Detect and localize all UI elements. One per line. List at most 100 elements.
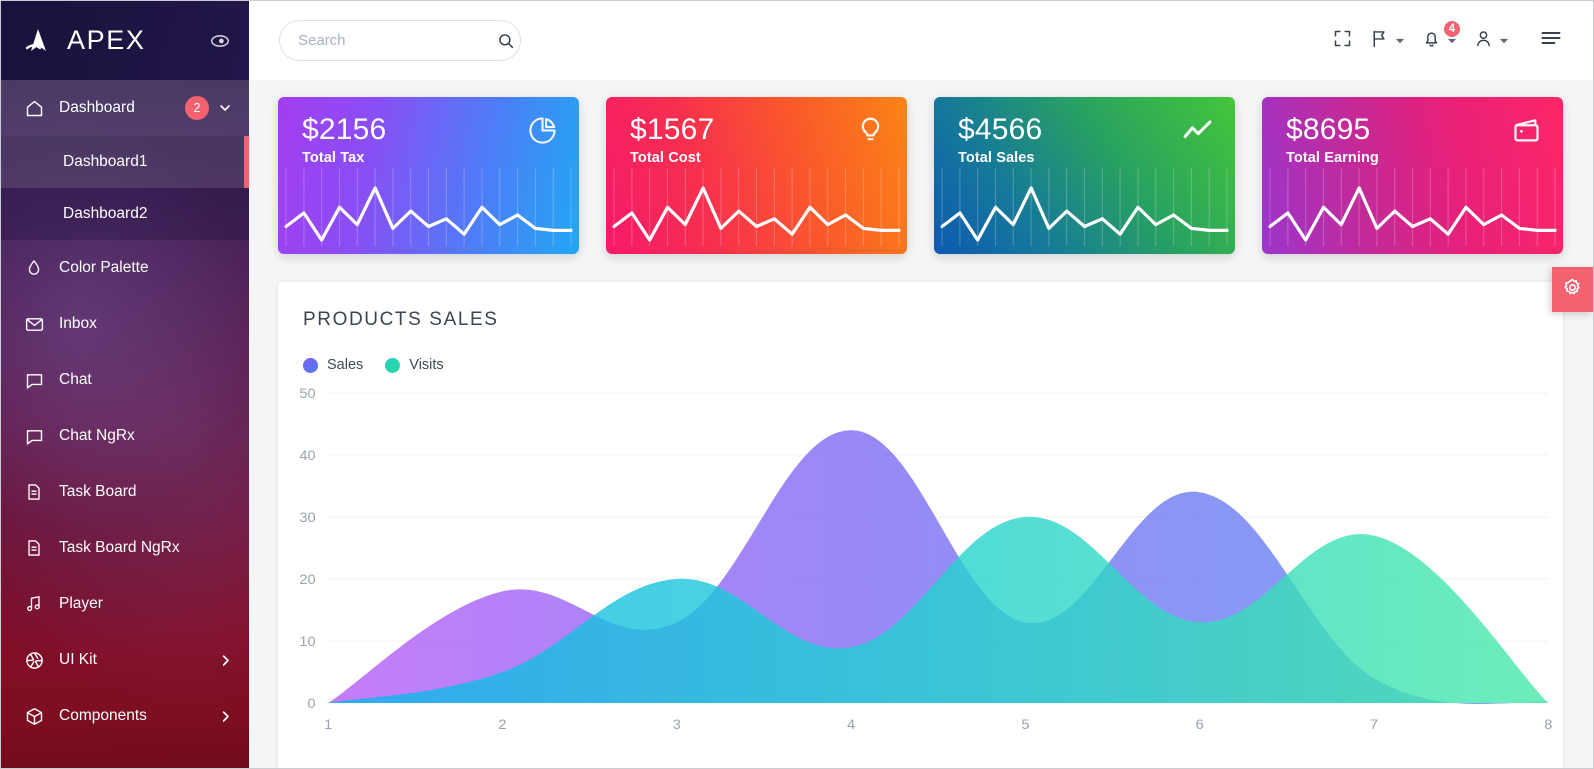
- products-sales-panel: PRODUCTS SALES Sales Visits 0 10 20 30 4…: [278, 282, 1563, 768]
- sidebar-item-dashboard[interactable]: Dashboard 2: [1, 80, 249, 136]
- svg-text:20: 20: [299, 572, 315, 588]
- apex-logo-icon: [21, 24, 55, 58]
- sidebar-item-label: Chat: [59, 371, 92, 388]
- lightbulb-icon: [854, 114, 887, 147]
- notifications-button[interactable]: 4: [1415, 18, 1463, 62]
- flag-icon: [1369, 28, 1390, 54]
- stat-card-amount: $2156: [302, 113, 387, 146]
- sidebar-item-player[interactable]: Player: [1, 576, 249, 632]
- sidebar-item-color-palette[interactable]: Color Palette: [1, 240, 249, 296]
- chevron-down-icon: [1395, 36, 1405, 46]
- droplet-icon: [23, 257, 45, 279]
- search-box[interactable]: [279, 20, 521, 61]
- home-icon: [23, 97, 45, 119]
- svg-text:10: 10: [299, 634, 315, 650]
- legend-label: Sales: [327, 357, 364, 373]
- brand-header: APEX: [1, 1, 249, 80]
- sidebar-subitem-label: Dashboard1: [63, 153, 148, 170]
- stat-card-total-cost[interactable]: $1567 Total Cost: [606, 97, 907, 254]
- app-root: APEX Dashboard 2 Dashboard1 Dashboard2 C…: [0, 0, 1594, 769]
- svg-text:30: 30: [299, 510, 315, 526]
- language-button[interactable]: [1363, 20, 1411, 62]
- menu-toggle-button[interactable]: [1533, 20, 1569, 62]
- sidebar-item-label: UI Kit: [59, 651, 97, 668]
- sidebar-item-label: Player: [59, 595, 103, 612]
- stat-card-row: $2156 Total Tax $1567 Total Cost $4566 T…: [249, 80, 1593, 254]
- legend-dot-visits: [385, 357, 401, 373]
- search-icon[interactable]: [497, 32, 515, 50]
- svg-text:8: 8: [1544, 717, 1552, 733]
- search-input[interactable]: [298, 32, 497, 49]
- sidebar-item-chat[interactable]: Chat: [1, 352, 249, 408]
- fullscreen-icon: [1332, 28, 1353, 54]
- sidebar-subitem-dashboard2[interactable]: Dashboard2: [1, 188, 249, 240]
- bell-icon: [1421, 28, 1442, 54]
- sidebar-item-inbox[interactable]: Inbox: [1, 296, 249, 352]
- sidebar-subitem-dashboard1[interactable]: Dashboard1: [1, 136, 249, 188]
- sidebar-item-task-board-ngrx[interactable]: Task Board NgRx: [1, 520, 249, 576]
- stat-card-title: Total Cost: [630, 149, 701, 166]
- svg-text:6: 6: [1196, 717, 1204, 733]
- stat-card-total-sales[interactable]: $4566 Total Sales: [934, 97, 1235, 254]
- svg-text:4: 4: [847, 717, 855, 733]
- svg-text:1: 1: [324, 717, 332, 733]
- chevron-down-icon[interactable]: [217, 100, 233, 116]
- person-icon: [1473, 28, 1494, 54]
- svg-text:3: 3: [673, 717, 681, 733]
- aperture-icon: [23, 649, 45, 671]
- sidebar-item-label: Components: [59, 707, 147, 724]
- chevron-right-icon[interactable]: [218, 709, 233, 724]
- document-icon: [23, 481, 45, 503]
- stat-card-sparkline: [606, 162, 907, 254]
- sidebar-item-label: Color Palette: [59, 259, 149, 276]
- chart-legend: Sales Visits: [278, 331, 1563, 373]
- stat-card-total-earning[interactable]: $8695 Total Earning: [1262, 97, 1563, 254]
- stat-card-amount: $4566: [958, 113, 1043, 146]
- stat-card-sparkline: [934, 162, 1235, 254]
- stat-card-sparkline: [278, 162, 579, 254]
- stat-card-sparkline: [1262, 162, 1563, 254]
- sidebar-item-label: Task Board NgRx: [59, 539, 180, 556]
- main-area: 4: [249, 1, 1593, 768]
- wallet-icon: [1510, 114, 1543, 147]
- sidebar-item-components[interactable]: Components: [1, 688, 249, 744]
- legend-item-sales[interactable]: Sales: [303, 357, 363, 373]
- envelope-icon: [23, 313, 45, 335]
- sidebar-badge-dashboard: 2: [185, 96, 209, 120]
- svg-text:2: 2: [498, 717, 506, 733]
- sidebar-item-task-board[interactable]: Task Board: [1, 464, 249, 520]
- account-button[interactable]: [1467, 20, 1515, 62]
- sidebar-item-chat-ngrx[interactable]: Chat NgRx: [1, 408, 249, 464]
- fullscreen-button[interactable]: [1326, 20, 1359, 62]
- hamburger-icon: [1539, 26, 1563, 55]
- svg-text:7: 7: [1370, 717, 1378, 733]
- settings-toggle-button[interactable]: [1552, 267, 1593, 312]
- svg-text:40: 40: [299, 448, 315, 464]
- pie-chart-icon: [526, 114, 559, 147]
- music-note-icon: [23, 593, 45, 615]
- eye-icon[interactable]: [209, 30, 231, 52]
- products-sales-chart[interactable]: 0 10 20 30 40 50 1 2 3 4 5 6 7 8: [278, 379, 1563, 739]
- stat-card-total-tax[interactable]: $2156 Total Tax: [278, 97, 579, 254]
- page-title: PRODUCTS SALES: [303, 309, 499, 330]
- sidebar-item-label: Inbox: [59, 315, 97, 332]
- sidebar-subitem-label: Dashboard2: [63, 205, 148, 222]
- stat-card-title: Total Sales: [958, 149, 1035, 166]
- gear-icon: [1562, 277, 1583, 303]
- sidebar-submenu-dashboard: Dashboard1 Dashboard2: [1, 136, 249, 240]
- chevron-right-icon[interactable]: [218, 653, 233, 668]
- legend-dot-sales: [303, 357, 318, 373]
- svg-text:0: 0: [307, 696, 315, 712]
- sidebar-nav: Dashboard 2 Dashboard1 Dashboard2 Color …: [1, 80, 249, 744]
- sidebar-item-label: Chat NgRx: [59, 427, 135, 444]
- sidebar-item-label: Dashboard: [59, 99, 135, 116]
- chevron-down-icon: [1499, 36, 1509, 46]
- notification-badge: 4: [1442, 18, 1462, 39]
- legend-label: Visits: [409, 357, 444, 373]
- chat-bubble-icon: [23, 425, 45, 447]
- document-icon: [23, 537, 45, 559]
- chat-bubble-icon: [23, 369, 45, 391]
- svg-text:50: 50: [299, 386, 315, 402]
- legend-item-visits[interactable]: Visits: [385, 357, 444, 373]
- sidebar-item-ui-kit[interactable]: UI Kit: [1, 632, 249, 688]
